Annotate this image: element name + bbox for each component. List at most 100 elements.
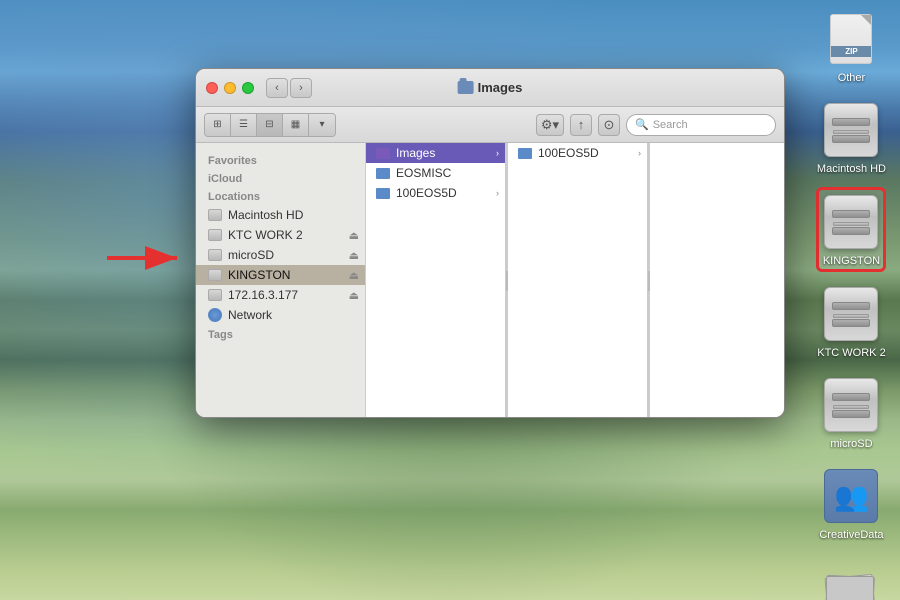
forward-button[interactable]: › <box>290 78 312 98</box>
gallery-view-button[interactable]: ▦ <box>283 114 309 136</box>
search-box[interactable]: 🔍 Search <box>626 114 776 136</box>
file-item-images[interactable]: Images › <box>366 143 505 163</box>
sidebar-section-favorites: Favorites <box>196 151 365 169</box>
mini-drive-icon-4 <box>208 269 222 281</box>
desktop-icon-microsd[interactable]: microSD <box>817 371 885 454</box>
finder-sidebar: Favorites iCloud Locations Macintosh HD … <box>196 143 366 418</box>
sidebar-item-172[interactable]: 172.16.3.177 ⏏ <box>196 285 365 305</box>
sidebar-section-icloud: iCloud <box>196 169 365 187</box>
window-content: Favorites iCloud Locations Macintosh HD … <box>196 143 784 418</box>
images-stack-shape <box>824 562 878 600</box>
desktop-icon-kingston[interactable]: KINGSTON <box>816 187 886 272</box>
drive-inner <box>833 130 869 134</box>
mini-drive-icon <box>208 209 222 221</box>
images-icon-img <box>821 557 881 600</box>
sidebar-item-kingston[interactable]: KINGSTON ⏏ <box>196 265 365 285</box>
sidebar-item-microsd[interactable]: microSD ⏏ <box>196 245 365 265</box>
icon-view-button[interactable]: ⊞ <box>205 114 231 136</box>
sidebar-item-macintosh-hd[interactable]: Macintosh HD <box>196 205 365 225</box>
desktop-icon-macintosh-hd[interactable]: Macintosh HD <box>813 96 890 179</box>
desktop-icon-images[interactable]: Images <box>817 553 885 600</box>
172-eject-button[interactable]: ⏏ <box>349 289 359 302</box>
macintosh-hd-sidebar-icon <box>208 208 222 222</box>
minimize-button[interactable] <box>224 82 236 94</box>
search-placeholder: Search <box>653 119 688 131</box>
microsd-icon-img <box>821 375 881 435</box>
100eos5d-file-label: 100EOS5D <box>396 186 457 200</box>
macintosh-hd-icon-label: Macintosh HD <box>817 163 886 175</box>
file-browser: Images › EOSMISC 100EOS5D › <box>366 143 784 418</box>
zip-file-shape: ZIP <box>830 14 872 64</box>
sidebar-section-tags: Tags <box>196 325 365 343</box>
macintosh-hd-icon-img <box>821 100 881 160</box>
creativedata-icon-img: 👥 <box>821 466 881 526</box>
drive-inner-4 <box>833 405 869 409</box>
img-card-3 <box>826 576 874 600</box>
ktc-sidebar-label: KTC WORK 2 <box>228 228 303 242</box>
finder-toolbar: ⊞ ☰ ⊟ ▦ ▾ ⚙▾ ↑ ⊙ 🔍 Search <box>196 107 784 143</box>
desktop-icon-ktc-work-2[interactable]: KTC WORK 2 <box>813 280 889 363</box>
folder-blue-icon-2 <box>376 188 390 199</box>
network-sidebar-label: Network <box>228 308 272 322</box>
file-column-3 <box>650 143 784 418</box>
view-mode-buttons: ⊞ ☰ ⊟ ▦ ▾ <box>204 113 336 137</box>
arrow-svg <box>105 246 185 270</box>
title-folder-icon <box>458 81 474 94</box>
share-button[interactable]: ↑ <box>570 114 592 136</box>
ktc-icon-img <box>821 284 881 344</box>
search-icon: 🔍 <box>635 118 649 131</box>
images-file-label: Images <box>396 146 435 160</box>
window-title: Images <box>458 80 523 95</box>
back-button[interactable]: ‹ <box>266 78 288 98</box>
drive-inner-3 <box>833 314 869 318</box>
mini-drive-icon-5 <box>208 289 222 301</box>
file-column-2: 100EOS5D › <box>508 143 648 418</box>
microsd-sidebar-icon <box>208 248 222 262</box>
creativedata-icon-label: CreativeData <box>819 529 883 541</box>
microsd-sidebar-label: microSD <box>228 248 274 262</box>
file-item-eosmisc[interactable]: EOSMISC <box>366 163 505 183</box>
creative-icon-shape: 👥 <box>824 469 878 523</box>
maximize-button[interactable] <box>242 82 254 94</box>
tag-button[interactable]: ⊙ <box>598 114 620 136</box>
other-icon-img: ZIP <box>821 9 881 69</box>
globe-icon <box>208 308 222 322</box>
desktop-icon-other[interactable]: ZIP Other <box>817 5 885 88</box>
macintosh-hd-drive-shape <box>824 103 878 157</box>
column-view-button[interactable]: ⊟ <box>257 114 283 136</box>
ktc-eject-button[interactable]: ⏏ <box>349 229 359 242</box>
list-view-button[interactable]: ☰ <box>231 114 257 136</box>
finder-titlebar: ‹ › Images <box>196 69 784 107</box>
folder-purple-icon <box>376 148 390 159</box>
file-column-1: Images › EOSMISC 100EOS5D › <box>366 143 506 418</box>
kingston-sidebar-icon <box>208 268 222 282</box>
100eos5d-chevron: › <box>496 188 499 198</box>
sidebar-item-ktc-work-2[interactable]: KTC WORK 2 ⏏ <box>196 225 365 245</box>
close-button[interactable] <box>206 82 218 94</box>
eosmisc-file-label: EOSMISC <box>396 166 451 180</box>
kingston-icon-label: KINGSTON <box>823 255 880 267</box>
mini-drive-icon-3 <box>208 249 222 261</box>
folder-blue-icon-1 <box>376 168 390 179</box>
desktop-icon-area: ZIP Other Macintosh HD KINGSTON <box>813 5 890 600</box>
ktc-sidebar-icon <box>208 228 222 242</box>
microsd-eject-button[interactable]: ⏏ <box>349 249 359 262</box>
more-view-button[interactable]: ▾ <box>309 114 335 136</box>
file-item-100eos5d-col2[interactable]: 100EOS5D › <box>508 143 647 163</box>
nav-buttons: ‹ › <box>266 78 312 98</box>
sidebar-item-network[interactable]: Network <box>196 305 365 325</box>
gear-action-button[interactable]: ⚙▾ <box>536 114 564 136</box>
172-sidebar-icon <box>208 288 222 302</box>
ktc-icon-label: KTC WORK 2 <box>817 347 885 359</box>
mini-drive-icon-2 <box>208 229 222 241</box>
drive-inner-2 <box>833 222 869 226</box>
kingston-eject-button[interactable]: ⏏ <box>349 269 359 282</box>
finder-window: ‹ › Images ⊞ ☰ ⊟ ▦ ▾ ⚙▾ ↑ ⊙ 🔍 Searc <box>195 68 785 418</box>
kingston-icon-img <box>821 192 881 252</box>
microsd-icon-label: microSD <box>830 438 872 450</box>
100eos5d-col2-chevron: › <box>638 148 641 158</box>
desktop-icon-creativedata[interactable]: 👥 CreativeData <box>815 462 887 545</box>
macintosh-hd-sidebar-label: Macintosh HD <box>228 208 303 222</box>
kingston-drive-shape <box>824 195 878 249</box>
file-item-100eos5d[interactable]: 100EOS5D › <box>366 183 505 203</box>
